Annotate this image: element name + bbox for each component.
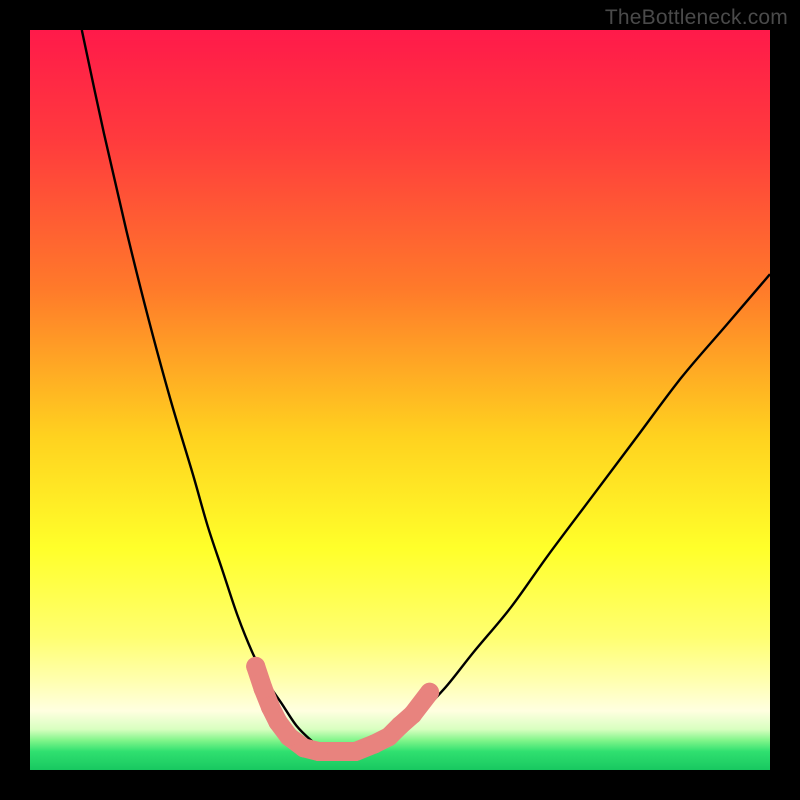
bottleneck-curve — [82, 30, 770, 753]
plot-area — [30, 30, 770, 770]
chart-frame: TheBottleneck.com — [0, 0, 800, 800]
curve-marker — [403, 705, 422, 724]
chart-curves — [30, 30, 770, 770]
curve-marker — [246, 657, 265, 676]
watermark-text: TheBottleneck.com — [605, 6, 788, 30]
curve-marker — [328, 742, 347, 761]
curve-markers — [246, 657, 439, 761]
curve-marker — [420, 683, 439, 702]
curve-marker — [346, 742, 365, 761]
curve-marker — [309, 742, 328, 761]
curve-marker — [254, 679, 273, 698]
